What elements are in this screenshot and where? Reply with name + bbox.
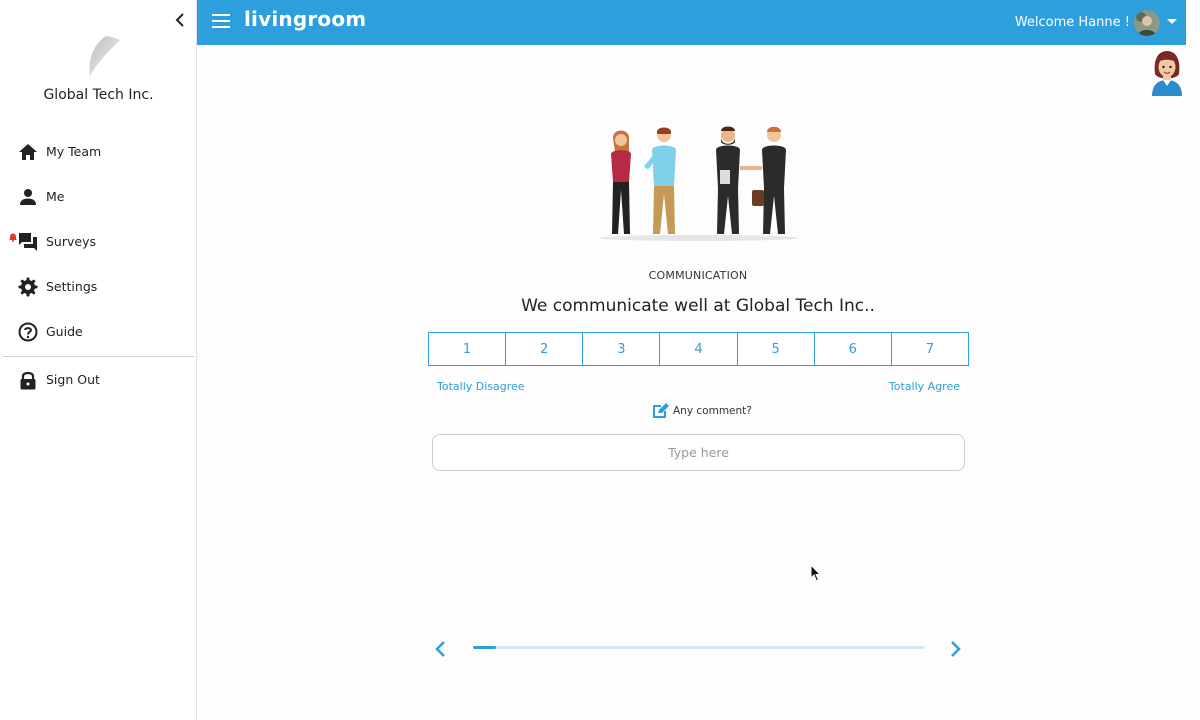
sidebar-item-surveys[interactable]: Surveys (0, 219, 197, 264)
mouse-pointer-icon (810, 564, 822, 582)
comment-input[interactable] (432, 434, 965, 471)
rating-option-1[interactable]: 1 (429, 333, 507, 365)
company-logo (89, 36, 120, 76)
rating-option-5[interactable]: 5 (737, 333, 815, 365)
collapse-sidebar-button[interactable] (172, 11, 188, 29)
comment-prompt: Any comment? (673, 404, 752, 417)
add-comment-button[interactable]: Any comment? (652, 402, 752, 419)
welcome-text: Welcome Hanne ! (1014, 15, 1130, 30)
menu-icon[interactable] (212, 14, 230, 28)
chevron-left-icon (175, 13, 184, 27)
rating-option-2[interactable]: 2 (506, 333, 584, 365)
rating-scale: 1 2 3 4 5 6 7 (428, 332, 969, 366)
sidebar-item-me[interactable]: Me (0, 174, 197, 219)
sidebar-item-settings[interactable]: Settings (0, 264, 197, 309)
sidebar: Global Tech Inc. My Team Me Surveys Sett… (0, 0, 197, 720)
person-icon (18, 187, 38, 207)
sign-out-label: Sign Out (46, 372, 100, 387)
user-avatar[interactable] (1134, 10, 1160, 36)
user-menu-caret-icon[interactable] (1167, 19, 1177, 24)
previous-question-button[interactable] (433, 639, 449, 659)
next-question-button[interactable] (947, 639, 963, 659)
lock-icon (18, 370, 38, 390)
brand-logo: livingroom (244, 7, 367, 31)
sidebar-item-label: Surveys (46, 234, 96, 249)
scale-max-label: Totally Agree (888, 380, 960, 393)
gear-icon (18, 277, 38, 297)
company-name: Global Tech Inc. (43, 87, 154, 103)
rating-option-4[interactable]: 4 (660, 333, 738, 365)
scale-min-label: Totally Disagree (437, 380, 525, 393)
help-icon (18, 322, 38, 342)
edit-icon (653, 403, 669, 418)
rating-option-3[interactable]: 3 (583, 333, 661, 365)
team-illustration (599, 126, 799, 241)
sign-out-button[interactable]: Sign Out (0, 357, 197, 402)
sidebar-item-guide[interactable]: Guide (0, 309, 197, 354)
survey-progress-bar (473, 646, 924, 649)
question-text: We communicate well at Global Tech Inc.. (521, 296, 875, 316)
sidebar-item-label: My Team (46, 144, 102, 159)
sidebar-item-my-team[interactable]: My Team (0, 129, 197, 174)
sidebar-item-label: Me (46, 189, 65, 204)
sidebar-item-label: Settings (46, 279, 98, 294)
chevron-left-icon (435, 641, 445, 657)
chevron-right-icon (951, 641, 961, 657)
sidebar-item-label: Guide (46, 324, 83, 339)
assistant-avatar[interactable] (1150, 50, 1184, 96)
home-icon (18, 142, 38, 162)
chat-icon (18, 232, 38, 252)
notification-bell-icon (9, 227, 17, 246)
survey-progress-fill (473, 646, 496, 649)
sidebar-nav: My Team Me Surveys Settings Guide Sign O… (0, 129, 197, 402)
question-category: COMMUNICATION (648, 269, 748, 282)
rating-option-7[interactable]: 7 (891, 333, 968, 365)
top-header: livingroom Welcome Hanne ! (197, 0, 1186, 45)
rating-option-6[interactable]: 6 (814, 333, 892, 365)
